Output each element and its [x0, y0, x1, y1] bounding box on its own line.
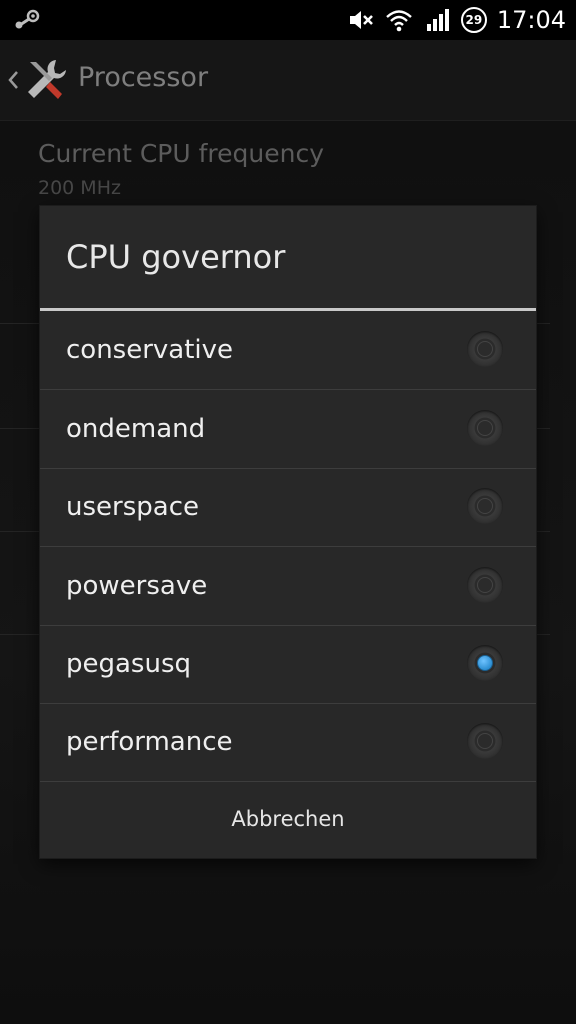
signal-icon [426, 9, 449, 31]
radio-dot [477, 498, 493, 514]
cancel-button[interactable]: Abbrechen [40, 780, 536, 858]
option-label: ondemand [66, 414, 206, 444]
action-bar: Processor [0, 40, 576, 121]
radio-button[interactable] [467, 331, 503, 367]
cpu-governor-dialog: CPU governor conservative ondemand users… [40, 206, 536, 858]
radio-button[interactable] [467, 488, 503, 524]
option-label: pegasusq [66, 649, 192, 679]
radio-dot [477, 655, 493, 671]
option-userspace[interactable]: userspace [40, 468, 536, 547]
steam-icon [15, 9, 40, 29]
radio-dot [477, 420, 493, 436]
page-title: Processor [78, 62, 209, 93]
radio-button[interactable] [467, 567, 503, 603]
option-conservative[interactable]: conservative [40, 311, 536, 390]
radio-button-checked[interactable] [467, 645, 503, 681]
option-pegasusq[interactable]: pegasusq [40, 625, 536, 704]
mute-icon [349, 11, 373, 29]
radio-dot [477, 341, 493, 357]
option-performance[interactable]: performance [40, 703, 536, 782]
notification-count-badge: 29 [460, 7, 487, 33]
preference-summary: 200 MHz [38, 177, 121, 199]
radio-dot [477, 733, 493, 749]
wifi-icon [386, 10, 412, 32]
option-ondemand[interactable]: ondemand [40, 390, 536, 469]
option-label: conservative [66, 335, 234, 365]
preference-title: Current CPU frequency [38, 139, 325, 168]
dialog-title: CPU governor [66, 238, 286, 276]
option-label: powersave [66, 571, 208, 601]
radio-dot [477, 577, 493, 593]
radio-button[interactable] [467, 410, 503, 446]
radio-button[interactable] [467, 723, 503, 759]
option-label: userspace [66, 492, 199, 522]
chevron-left-icon[interactable] [6, 68, 20, 92]
status-bar: 29 17:04 [0, 0, 576, 40]
tools-icon[interactable] [22, 56, 70, 104]
option-powersave[interactable]: powersave [40, 547, 536, 626]
status-clock: 17:04 [496, 6, 566, 34]
option-label: performance [66, 727, 233, 757]
